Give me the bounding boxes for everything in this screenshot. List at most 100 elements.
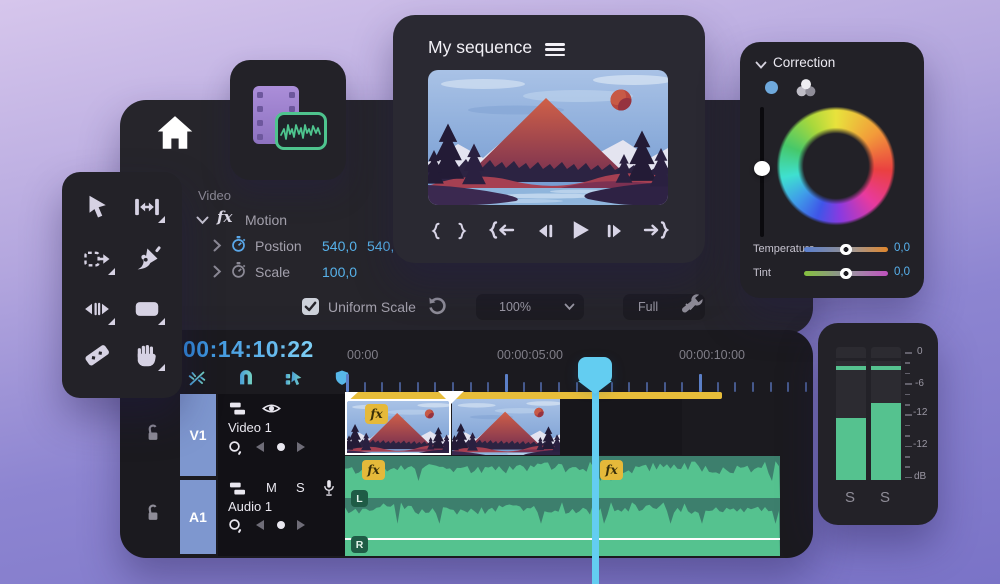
meter-tick bbox=[905, 414, 912, 416]
reset-icon[interactable] bbox=[427, 296, 447, 316]
chevron-right-icon[interactable] bbox=[213, 239, 222, 252]
solo-right-button[interactable]: S bbox=[880, 489, 890, 506]
track-name-audio: Audio 1 bbox=[228, 499, 272, 514]
clip-fx-badge[interactable]: fx bbox=[365, 404, 388, 424]
ruler-label-0: 00:00 bbox=[347, 348, 378, 362]
track-tab-v1[interactable]: V1 bbox=[180, 394, 216, 476]
next-keyframe-icon[interactable] bbox=[297, 520, 305, 530]
wrench-icon[interactable] bbox=[678, 291, 706, 319]
mute-button[interactable]: M bbox=[266, 480, 277, 495]
clip-marker-icon[interactable] bbox=[438, 391, 464, 404]
go-to-out-button[interactable] bbox=[641, 218, 671, 244]
meter-scale-12a: -12 bbox=[913, 407, 927, 418]
volume-rubber-band[interactable] bbox=[345, 538, 780, 540]
correction-title: Correction bbox=[773, 55, 835, 70]
play-button[interactable] bbox=[565, 216, 593, 244]
chevron-down-icon[interactable] bbox=[755, 61, 767, 70]
clip-fx-badge[interactable]: fx bbox=[362, 460, 385, 480]
add-keyframe-icon[interactable] bbox=[228, 440, 243, 456]
add-keyframe-icon[interactable] bbox=[228, 518, 243, 534]
source-patch-icon[interactable] bbox=[228, 479, 247, 498]
video-clip-thumbnail bbox=[452, 399, 560, 455]
playhead-head[interactable] bbox=[578, 357, 612, 384]
eye-icon[interactable] bbox=[261, 399, 282, 418]
source-patch-icon[interactable] bbox=[228, 399, 247, 418]
keyframe-dot-icon[interactable] bbox=[277, 521, 285, 529]
home-icon bbox=[152, 110, 198, 156]
prev-keyframe-icon[interactable] bbox=[256, 442, 264, 452]
video-clip-1-selected[interactable] bbox=[345, 399, 451, 455]
position-value-x[interactable]: 540,0 bbox=[322, 238, 357, 254]
tool-flyout-indicator bbox=[158, 318, 165, 325]
stopwatch-icon[interactable] bbox=[230, 235, 247, 253]
pen-tool[interactable] bbox=[132, 244, 162, 274]
ruler-tick bbox=[681, 382, 683, 392]
stopwatch-icon[interactable] bbox=[230, 261, 247, 279]
shield-icon[interactable] bbox=[332, 368, 352, 388]
tint-value[interactable]: 0,0 bbox=[894, 266, 910, 278]
hamburger-menu-icon[interactable] bbox=[545, 43, 565, 57]
ruler-tick bbox=[417, 382, 419, 392]
microphone-icon[interactable] bbox=[320, 477, 338, 499]
meter-tick bbox=[905, 446, 912, 448]
temperature-slider-handle[interactable] bbox=[840, 244, 852, 256]
program-monitor-preview bbox=[428, 70, 668, 205]
work-area-bar[interactable] bbox=[345, 392, 722, 399]
check-icon bbox=[302, 298, 319, 315]
video-clip-2[interactable] bbox=[452, 399, 560, 455]
audio-clip[interactable] bbox=[345, 456, 780, 556]
lock-open-icon[interactable] bbox=[142, 500, 164, 524]
meter-tick bbox=[905, 404, 910, 406]
tool-flyout-indicator bbox=[158, 216, 165, 223]
playhead-line[interactable] bbox=[592, 380, 599, 584]
step-forward-button[interactable] bbox=[603, 219, 627, 243]
step-back-button[interactable] bbox=[533, 219, 557, 243]
meter-cap bbox=[871, 347, 901, 358]
meter-tick bbox=[905, 373, 910, 375]
selection-tool[interactable] bbox=[82, 192, 112, 222]
luminance-slider-handle[interactable] bbox=[754, 161, 770, 176]
clip-fx-badge[interactable]: fx bbox=[600, 460, 623, 480]
timecode-display[interactable]: 00:14:10:22 bbox=[183, 336, 314, 363]
linked-selection-icon[interactable] bbox=[186, 367, 208, 389]
home-button[interactable] bbox=[152, 110, 198, 156]
chevron-down-icon[interactable] bbox=[196, 216, 209, 225]
tool-flyout-indicator bbox=[158, 364, 165, 371]
meter-tick bbox=[905, 352, 912, 354]
uniform-scale-label: Uniform Scale bbox=[328, 299, 416, 315]
tint-slider-handle[interactable] bbox=[840, 268, 852, 280]
track-tab-a1-label: A1 bbox=[189, 509, 207, 525]
razor-tool[interactable] bbox=[82, 340, 112, 370]
next-keyframe-icon[interactable] bbox=[297, 442, 305, 452]
zoom-select[interactable]: 100% bbox=[476, 294, 584, 320]
selection-follows-playhead-icon[interactable] bbox=[283, 367, 305, 389]
scale-value[interactable]: 100,0 bbox=[322, 264, 357, 280]
keyframe-dot-icon[interactable] bbox=[277, 443, 285, 451]
ruler-tick bbox=[381, 382, 383, 392]
media-tile[interactable] bbox=[230, 60, 346, 180]
go-to-in-button[interactable] bbox=[487, 218, 517, 244]
property-position-label: Postion bbox=[255, 238, 302, 254]
lock-open-icon[interactable] bbox=[142, 420, 164, 444]
solo-left-button[interactable]: S bbox=[845, 489, 855, 506]
app-canvas: Video fx Motion Postion 540,0 540,0 Scal… bbox=[0, 0, 1000, 584]
solo-button[interactable]: S bbox=[296, 480, 305, 495]
temperature-value[interactable]: 0,0 bbox=[894, 242, 910, 254]
color-wheel-cluster-icon[interactable] bbox=[794, 76, 818, 100]
color-wheel[interactable] bbox=[776, 106, 896, 226]
ruler-tick bbox=[470, 382, 472, 392]
chevron-right-icon[interactable] bbox=[213, 265, 222, 278]
tool-flyout-indicator bbox=[108, 318, 115, 325]
ruler-label-2: 00:00:10:00 bbox=[679, 348, 745, 362]
ruler-tick bbox=[487, 382, 489, 392]
snap-magnet-icon[interactable] bbox=[235, 366, 257, 388]
ruler-label-1: 00:00:05:00 bbox=[497, 348, 563, 362]
ruler-tick bbox=[523, 382, 525, 392]
prev-keyframe-icon[interactable] bbox=[256, 520, 264, 530]
mark-in-button[interactable] bbox=[425, 218, 447, 244]
color-dot-icon[interactable] bbox=[765, 81, 778, 94]
track-tab-a1[interactable]: A1 bbox=[180, 480, 216, 554]
uniform-scale-checkbox[interactable] bbox=[302, 298, 319, 315]
mark-out-button[interactable] bbox=[451, 218, 473, 244]
ruler-tick bbox=[540, 382, 542, 392]
